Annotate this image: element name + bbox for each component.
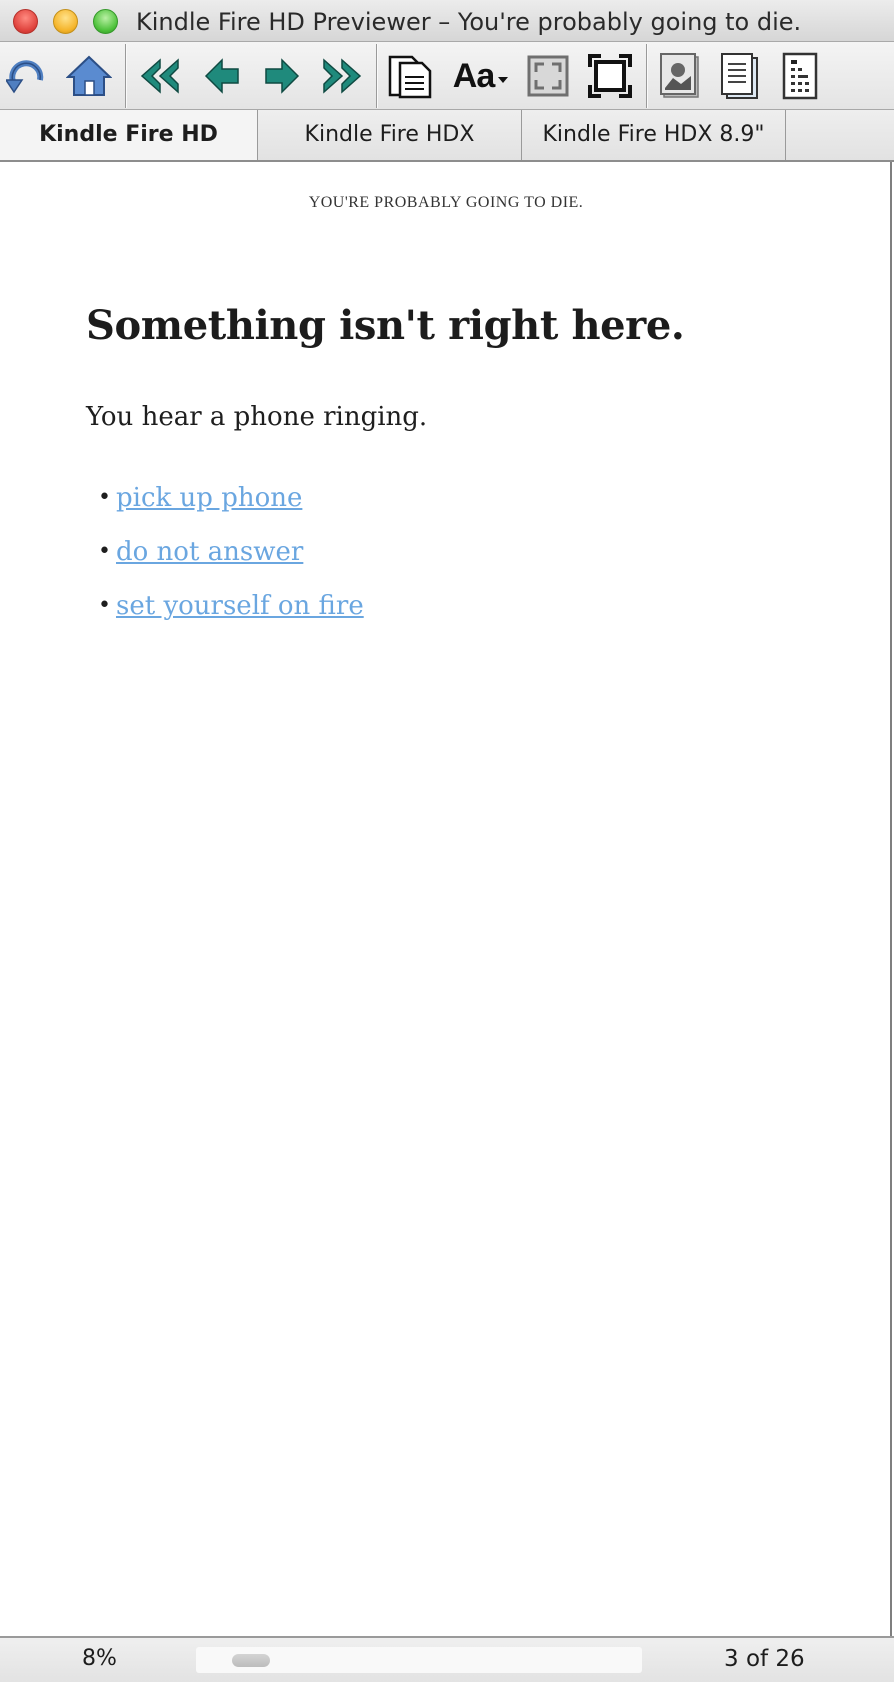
bullet: • (98, 593, 111, 618)
page-view-button[interactable] (384, 48, 436, 104)
running-head: YOU'RE PROBABLY GOING TO DIE. (308, 194, 584, 211)
image-button[interactable] (654, 48, 706, 104)
first-page-button[interactable] (134, 48, 186, 104)
fullscreen-button[interactable] (522, 48, 574, 104)
choice-list: • pick up phone • do not answer • set yours… (98, 480, 364, 642)
page-counter: 3 of 26 (724, 1646, 805, 1672)
book-page: YOU'RE PROBABLY GOING TO DIE. Something … (0, 162, 892, 1636)
toolbar-separator (376, 44, 377, 108)
minimize-window-button[interactable] (53, 9, 78, 34)
reading-progress-slider[interactable] (196, 1647, 642, 1673)
next-page-icon (265, 58, 300, 94)
list-item: • pick up phone (98, 480, 364, 534)
toolbar: Aa (0, 42, 894, 110)
toolbar-separator (646, 44, 647, 108)
last-page-icon (323, 58, 362, 94)
image-icon (660, 53, 699, 98)
choice-link-pick-up-phone[interactable]: pick up phone (116, 483, 302, 513)
last-page-button[interactable] (316, 48, 368, 104)
fit-icon (588, 54, 632, 98)
zoom-window-button[interactable] (93, 9, 118, 34)
bullet: • (98, 485, 111, 510)
rotate-icon (6, 60, 44, 94)
device-tabs: Kindle Fire HD Kindle Fire HDX Kindle Fi… (0, 110, 894, 162)
progress-percent: 8% (82, 1646, 117, 1671)
document-button[interactable] (714, 48, 766, 104)
font-size-icon: Aa (452, 56, 495, 95)
choice-link-set-yourself-on-fire[interactable]: set yourself on fire (116, 591, 364, 621)
table-of-contents-icon (782, 52, 818, 100)
list-item: • set yourself on fire (98, 588, 364, 642)
previous-page-icon (204, 58, 239, 94)
chevron-down-icon (498, 77, 509, 83)
table-of-contents-button[interactable] (774, 48, 826, 104)
fit-button[interactable] (584, 48, 636, 104)
tab-kindle-fire-hdx[interactable]: Kindle Fire HDX (258, 110, 522, 160)
status-bar: 8% 3 of 26 (0, 1636, 894, 1682)
fullscreen-icon (527, 55, 569, 97)
document-icon (721, 53, 758, 99)
window-title: Kindle Fire HD Previewer – You're probab… (136, 8, 802, 36)
next-page-button[interactable] (256, 48, 308, 104)
choice-link-do-not-answer[interactable]: do not answer (116, 537, 303, 567)
first-page-icon (140, 58, 179, 94)
chapter-heading: Something isn't right here. (86, 302, 685, 349)
font-size-button[interactable]: Aa (446, 48, 516, 104)
toolbar-separator (125, 44, 126, 108)
tab-kindle-fire-hdx-8-9[interactable]: Kindle Fire HDX 8.9" (522, 110, 786, 160)
title-bar: Kindle Fire HD Previewer – You're probab… (0, 0, 894, 42)
body-paragraph: You hear a phone ringing. (86, 402, 428, 432)
home-button[interactable] (63, 48, 115, 104)
previous-page-button[interactable] (196, 48, 248, 104)
close-window-button[interactable] (13, 9, 38, 34)
home-icon (66, 55, 112, 96)
list-item: • do not answer (98, 534, 364, 588)
page-view-icon (388, 55, 432, 99)
rotate-button[interactable] (2, 48, 54, 104)
progress-slider-thumb[interactable] (232, 1654, 270, 1667)
tab-kindle-fire-hd[interactable]: Kindle Fire HD (0, 110, 258, 160)
bullet: • (98, 539, 111, 564)
